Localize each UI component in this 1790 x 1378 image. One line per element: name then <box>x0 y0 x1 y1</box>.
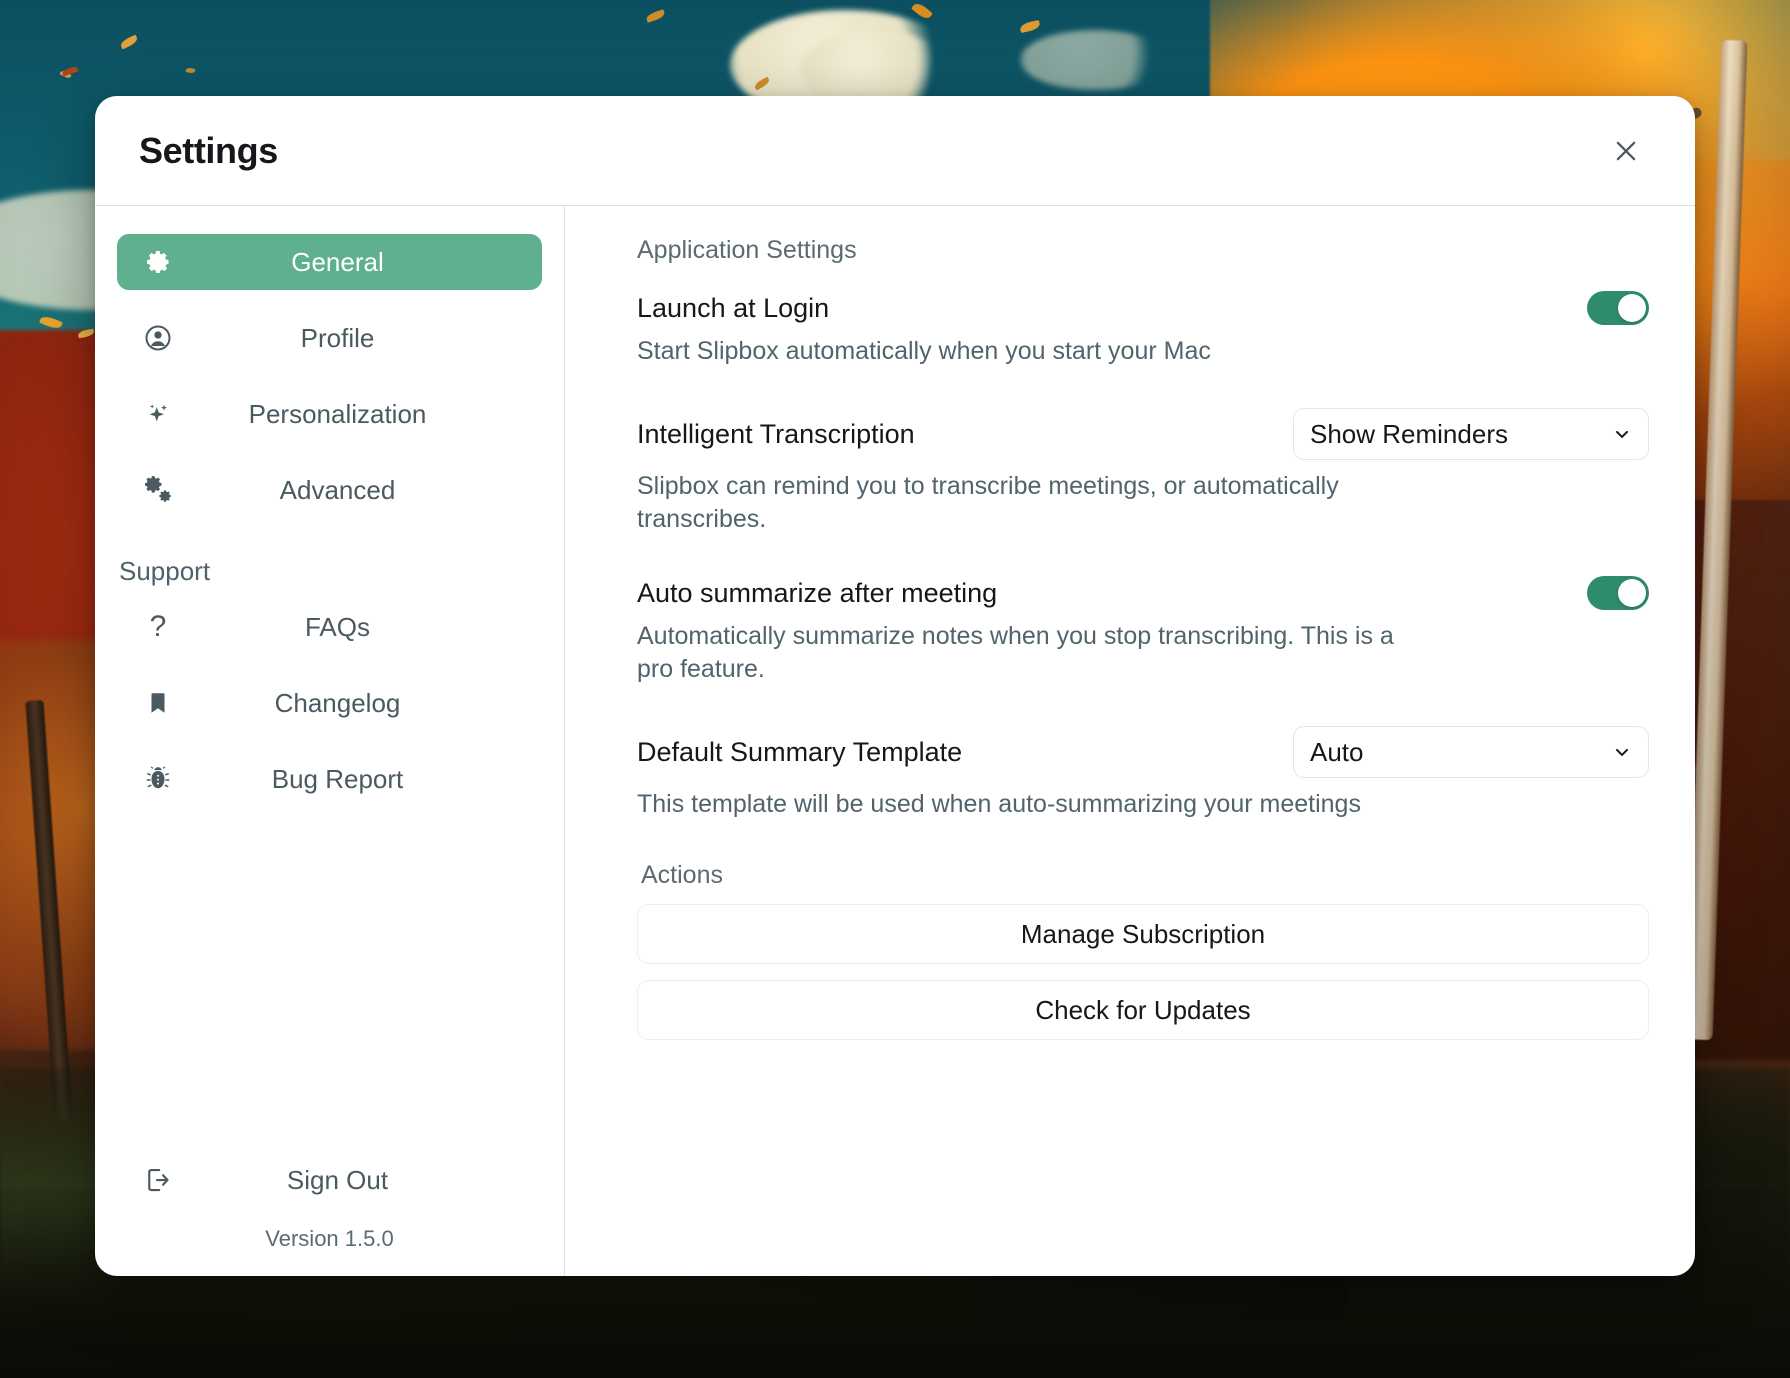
double-gear-icon <box>135 473 181 507</box>
question-mark-icon: ? <box>149 610 167 643</box>
app-version: Version 1.5.0 <box>265 1226 394 1251</box>
toggle-knob <box>1618 579 1646 607</box>
sidebar-section-support: Support <box>119 556 211 586</box>
setting-description: Slipbox can remind you to transcribe mee… <box>637 472 1339 533</box>
sidebar-item-label: Changelog <box>274 687 401 718</box>
setting-launch-at-login: Launch at Login Start Slipbox automatica… <box>637 291 1649 368</box>
page-title: Settings <box>139 129 278 171</box>
settings-dialog: Settings General Profile Personalization… <box>95 96 1695 1276</box>
dialog-body: General Profile Personalization Advanced… <box>95 206 1695 1276</box>
settings-content: Application Settings Launch at Login Sta… <box>565 206 1695 1276</box>
bug-icon <box>135 764 181 794</box>
dialog-header: Settings <box>95 96 1695 206</box>
sidebar-item-label: General <box>291 246 384 277</box>
setting-title: Default Summary Template <box>637 736 963 767</box>
sidebar-item-label: Profile <box>300 322 375 353</box>
select-value: Show Reminders <box>1310 418 1508 449</box>
sidebar-item-faqs[interactable]: ? FAQs <box>117 599 542 655</box>
setting-title: Intelligent Transcription <box>637 418 915 449</box>
sidebar-item-changelog[interactable]: Changelog <box>117 675 542 731</box>
chevron-down-icon <box>1612 424 1632 444</box>
default-summary-template-select[interactable]: Auto <box>1293 726 1649 778</box>
sign-out-icon <box>135 1165 181 1195</box>
person-circle-icon <box>135 323 181 353</box>
bookmark-icon <box>135 690 181 716</box>
setting-title: Auto summarize after meeting <box>637 577 998 608</box>
setting-intelligent-transcription: Intelligent Transcription Show Reminders… <box>637 408 1649 536</box>
wallpaper-cloud <box>1020 30 1170 90</box>
setting-description: Automatically summarize notes when you s… <box>637 622 1394 683</box>
manage-subscription-button[interactable]: Manage Subscription <box>637 904 1649 964</box>
sidebar-item-general[interactable]: General <box>117 234 542 290</box>
settings-sidebar: General Profile Personalization Advanced… <box>95 206 565 1276</box>
intelligent-transcription-select[interactable]: Show Reminders <box>1293 408 1649 460</box>
setting-default-summary-template: Default Summary Template Auto This templ… <box>637 726 1649 821</box>
select-value: Auto <box>1310 736 1364 767</box>
sidebar-item-label: Bug Report <box>271 763 404 794</box>
sidebar-item-personalization[interactable]: Personalization <box>117 386 542 442</box>
sidebar-item-label: Advanced <box>279 474 396 505</box>
gear-icon <box>135 248 181 276</box>
actions-section: Actions Manage Subscription Check for Up… <box>637 861 1649 1040</box>
setting-description: This template will be used when auto-sum… <box>637 790 1361 818</box>
auto-summarize-toggle[interactable] <box>1587 576 1649 610</box>
close-icon[interactable] <box>1603 128 1649 174</box>
sign-out-label: Sign Out <box>286 1164 389 1195</box>
sidebar-item-label: FAQs <box>304 611 370 642</box>
sparkle-icon <box>135 399 181 429</box>
setting-auto-summarize: Auto summarize after meeting Automatical… <box>637 576 1649 686</box>
sign-out-button[interactable]: Sign Out <box>117 1152 542 1208</box>
sidebar-item-advanced[interactable]: Advanced <box>117 462 542 518</box>
launch-at-login-toggle[interactable] <box>1587 291 1649 325</box>
setting-title: Launch at Login <box>637 292 830 323</box>
sidebar-item-label: Personalization <box>248 398 427 429</box>
section-heading-application-settings: Application Settings <box>637 236 857 264</box>
sidebar-item-bug-report[interactable]: Bug Report <box>117 751 542 807</box>
section-heading-actions: Actions <box>641 861 723 889</box>
sidebar-item-profile[interactable]: Profile <box>117 310 542 366</box>
toggle-knob <box>1618 294 1646 322</box>
check-for-updates-button[interactable]: Check for Updates <box>637 980 1649 1040</box>
chevron-down-icon <box>1612 742 1632 762</box>
setting-description: Start Slipbox automatically when you sta… <box>637 337 1211 365</box>
